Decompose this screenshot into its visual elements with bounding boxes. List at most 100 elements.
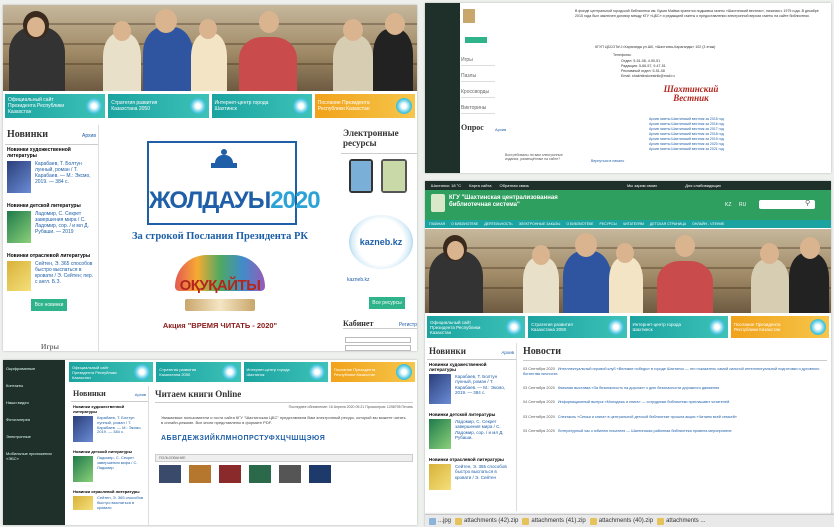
download-item[interactable]: attachments ... (657, 517, 705, 525)
news-item[interactable]: 03 Сентября 2020 Литературный час к юбиле… (523, 429, 827, 434)
password-field[interactable] (345, 345, 411, 351)
book-desc[interactable]: Карабаев, Т. Болтун лунный, роман / Т. К… (455, 374, 514, 404)
link-internet-center[interactable]: Интернет-центр города Шахтинск (243, 362, 328, 382)
nav-home[interactable]: ГЛАВНАЯ (429, 222, 445, 226)
news-text[interactable]: Интеллектуальный игровой клуб «Великие п… (523, 367, 819, 376)
book-cover[interactable] (7, 211, 31, 243)
search-icon[interactable]: ⚲ (805, 199, 810, 207)
sitemap-link[interactable]: Карта сайта (469, 183, 491, 188)
link-strategy[interactable]: Стратегия развития Казахстана 2050 (156, 362, 241, 382)
book-cover[interactable] (429, 374, 451, 404)
book-desc[interactable]: Сейтен, Э. 365 способов быстро выспаться… (455, 464, 514, 490)
news-item[interactable]: 03 Сентября 2020 Книжная выставка «За без… (523, 386, 827, 391)
back-to-top-link[interactable]: Вернуться в начало (591, 159, 624, 163)
side-menu-item[interactable]: Контакты (6, 383, 62, 388)
viewer-tab[interactable]: ПОЛЬЗОВАНИЕ (159, 456, 185, 460)
all-resources-button[interactable]: Все ресурсы (369, 297, 405, 309)
archive-link[interactable]: Архив (82, 133, 96, 139)
menu-item-puzzles[interactable]: Пазлы (461, 71, 495, 82)
menu-item-quizzes[interactable]: Викторины (461, 103, 495, 114)
book-desc[interactable]: Ладомир, С. Секрет завершения мира / С. … (455, 419, 514, 449)
poll-archive[interactable]: Архив (495, 127, 506, 132)
nav-children[interactable]: ДЕТСКАЯ СТРАНИЦА (650, 222, 686, 226)
link-strategy[interactable]: Стратегия развития Казахстана 2050 (528, 316, 627, 338)
book-desc[interactable]: Сейтен, Э. 365 способов быстро выспаться… (35, 261, 96, 291)
book-thumb[interactable] (279, 465, 301, 484)
link-poslanie[interactable]: Послание Президента Республики Казахстан (730, 316, 829, 338)
nav-resources[interactable]: РЕСУРСЫ (600, 222, 617, 226)
book-thumb[interactable] (249, 465, 271, 484)
link-strategy[interactable]: Стратегия развития Казахстана 2050 (108, 94, 209, 118)
news-text[interactable]: Книжная выставка «За безопасность на дор… (558, 386, 719, 390)
side-menu-item[interactable]: Мобильные приложения «ЭБС» (6, 451, 62, 461)
download-item[interactable]: attachments (42).zip (455, 517, 518, 525)
side-menu-item[interactable]: Электронные (6, 434, 62, 439)
news-item[interactable]: 04 Сентября 2020 Информационный выпуск «М… (523, 400, 827, 405)
book-cover[interactable] (7, 261, 31, 291)
link-president-site[interactable]: Официальный сайт Президента Республики К… (69, 362, 154, 382)
news-text[interactable]: Информационный выпуск «Молодежь и книга»… (558, 400, 730, 404)
kazneb-logo[interactable]: kazneb.kz (349, 215, 413, 269)
lang-kz[interactable]: KZ (725, 202, 731, 208)
book-desc[interactable]: Ладомир, С. Секрет завершения мира / С. … (35, 211, 96, 243)
news-text[interactable]: Спектакль «Семья и книга» в центральной … (558, 415, 737, 419)
news-text[interactable]: Литературный час к юбилею писателя — Шах… (558, 429, 732, 433)
lang-ru[interactable]: RU (739, 202, 746, 208)
link-poslanie[interactable]: Послание Президента Республики Казахстан (314, 94, 415, 118)
book-desc[interactable]: Сейтен, Э. 365 способов быстро выспаться… (97, 495, 146, 510)
book-cover[interactable] (429, 464, 451, 490)
book-thumb[interactable] (219, 465, 241, 484)
book-thumb[interactable] (463, 9, 475, 23)
book-cover[interactable] (7, 161, 31, 193)
site-logo-icon[interactable] (431, 194, 445, 212)
tablet-icon[interactable] (349, 159, 373, 193)
news-item[interactable]: 03 Сентября 2020 Спектакль «Семья и книга… (523, 415, 827, 420)
link-internet-center[interactable]: Интернет-центр города Шахтинск (211, 94, 312, 118)
nav-about[interactable]: О БИБЛИОТЕКЕ (451, 222, 478, 226)
kazneb-link[interactable]: kazneb.kz (347, 277, 370, 283)
book-cover[interactable] (73, 456, 93, 482)
alphabet-index[interactable]: АБВГДЕЖЗИЙКЛМНОПРСТУФХЦЧШЩЭЮЯ (155, 435, 413, 442)
login-field[interactable] (345, 337, 411, 343)
download-item[interactable]: attachments (40).zip (589, 517, 653, 525)
archive-link[interactable]: Архив газеты Шахтинский вестник за 2021 … (649, 147, 724, 152)
archive-link[interactable]: Архив (501, 350, 514, 355)
menu-item-games[interactable]: Игры (461, 55, 495, 66)
news-item[interactable]: 03 Сентября 2020 Интеллектуальный игровой… (523, 367, 827, 377)
download-item[interactable]: ...jpg (429, 517, 451, 525)
games-heading[interactable]: Игры (41, 343, 59, 351)
side-menu-item[interactable]: Наши видео (6, 400, 62, 405)
book-thumb[interactable] (159, 465, 181, 484)
nav-online[interactable]: ОНЛАЙН - ЧТЕНИЕ (692, 222, 724, 226)
side-menu-item[interactable]: Фотогалерея (6, 417, 62, 422)
book-desc[interactable]: Карабаев, Т. Болтун лунный, роман / Т. К… (97, 415, 146, 442)
book-thumb[interactable] (309, 465, 331, 484)
poslanie-caption[interactable]: За строкой Послания Президента РК (103, 231, 337, 242)
book-desc[interactable]: Карабаев, Т. Болтун лунный, роман / Т. К… (35, 161, 96, 193)
nav-activity[interactable]: ДЕЯТЕЛЬНОСТЬ (484, 222, 512, 226)
nav-eorders[interactable]: ЭЛЕКТРОННЫЕ ЗАКАЗЫ (519, 222, 561, 226)
nav-about2[interactable]: О БИБЛИОТЕКЕ (566, 222, 593, 226)
side-menu-item[interactable]: Оцифрованные (6, 366, 62, 371)
book-thumb[interactable] (189, 465, 211, 484)
register-link[interactable]: Регистр (399, 322, 417, 328)
okukaity-banner[interactable]: ОҚУҚАЙТЫ (165, 255, 275, 313)
all-novinki-button[interactable]: Все новинки (31, 299, 67, 311)
low-vision-link[interactable]: Для слабовидящих (685, 183, 721, 188)
small-button[interactable] (465, 37, 487, 43)
book-cover[interactable] (429, 419, 451, 449)
vestnik-logo[interactable]: Шахтинский Вестник (651, 85, 731, 115)
link-president-site[interactable]: Официальный сайт Президента Республики К… (427, 316, 526, 338)
link-poslanie[interactable]: Послание Президента Республики Казахстан (330, 362, 415, 382)
phone-icon[interactable] (381, 159, 407, 193)
feedback-link[interactable]: Обратная связь (499, 183, 528, 188)
nav-readers[interactable]: ЧИТАТЕЛЯМ (623, 222, 644, 226)
link-internet-center[interactable]: Интернет-центр города Шахтинск (629, 316, 728, 338)
archive-link[interactable]: Архив (135, 392, 146, 397)
book-desc[interactable]: Ладомир, С. Секрет завершения мира / С. … (97, 455, 146, 482)
book-cover[interactable] (73, 496, 93, 510)
zholdauy-banner[interactable]: ЖОЛДАУЫ2020 (147, 141, 321, 225)
link-president-site[interactable]: Официальный сайт Президента Республики К… (5, 94, 106, 118)
download-item[interactable]: attachments (41).zip (522, 517, 586, 525)
menu-item-crosswords[interactable]: Кроссворды (461, 87, 495, 98)
